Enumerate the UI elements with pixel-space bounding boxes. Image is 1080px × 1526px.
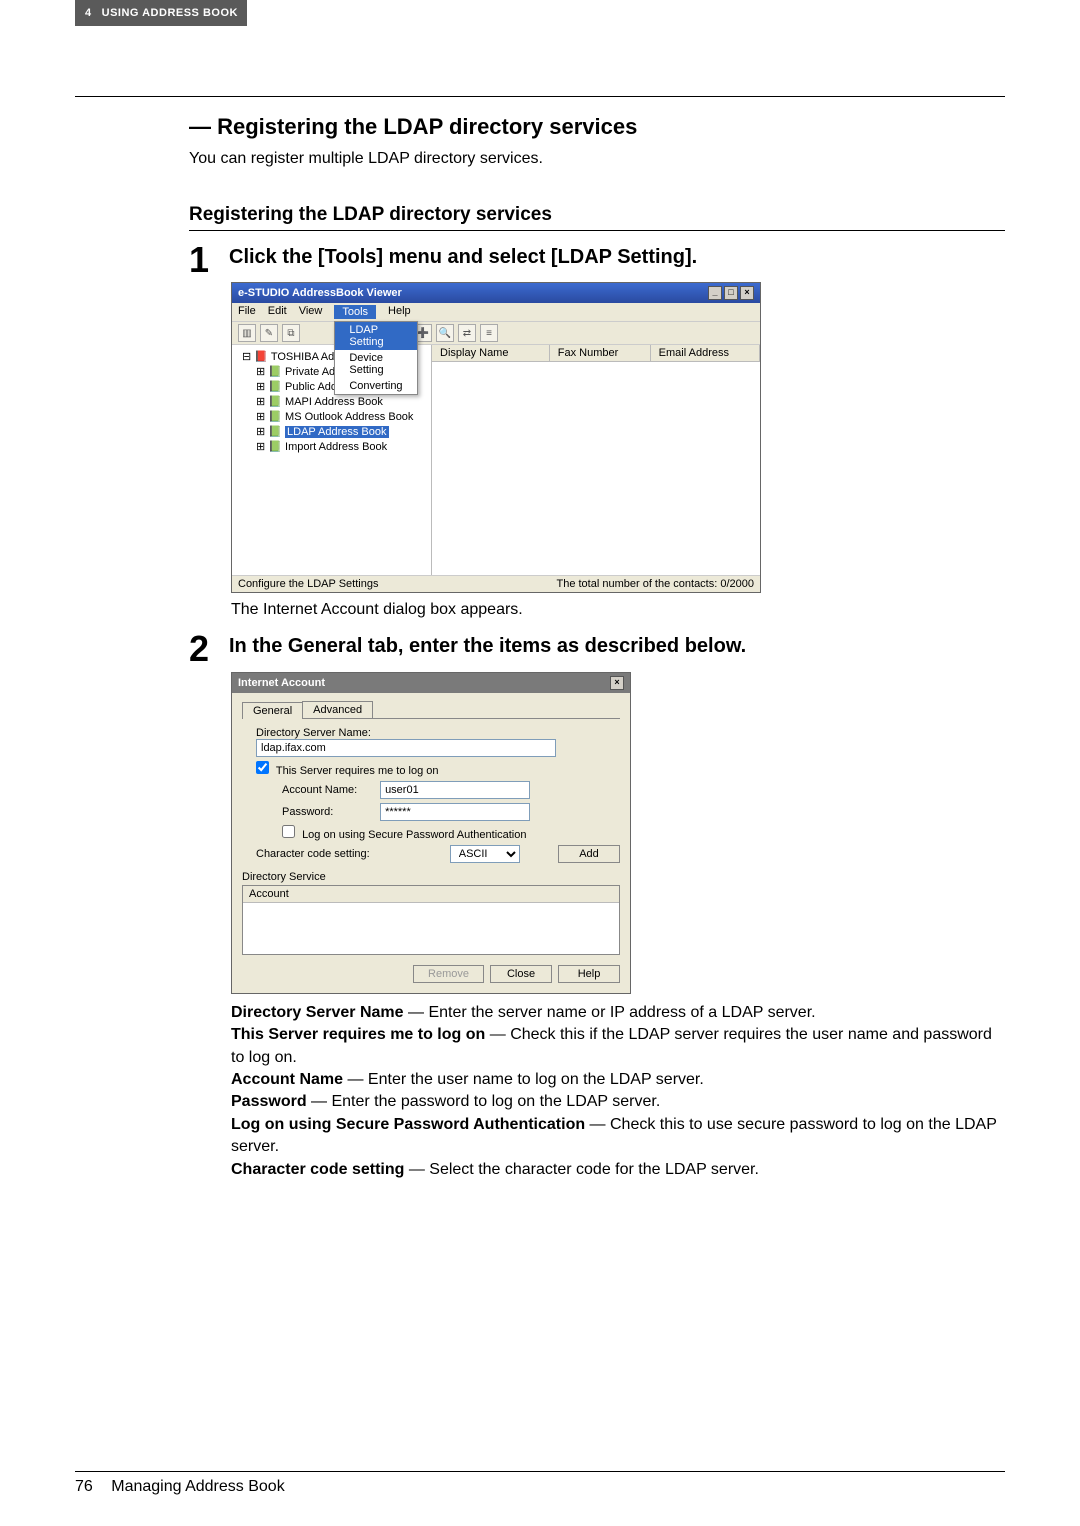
close-button[interactable]: × (740, 286, 754, 300)
add-button[interactable]: Add (558, 845, 620, 863)
step-2: 2 In the General tab, enter the items as… (189, 633, 1005, 665)
window-buttons: _ □ × (708, 286, 754, 300)
menubar: File Edit View Tools LDAP Setting Device… (232, 303, 760, 322)
tools-dropdown: LDAP Setting Device Setting Converting (334, 321, 417, 395)
charcode-select[interactable]: ASCII (450, 845, 520, 863)
page-number: 76 (75, 1478, 93, 1495)
require-logon-checkbox[interactable] (256, 761, 269, 774)
toolbar-icon-3[interactable]: ⧉ (282, 324, 300, 342)
viewer-main: ⊟ 📕 TOSHIBA AddressBook ⊞ 📗 Private Addr… (232, 345, 760, 575)
maximize-button[interactable]: □ (724, 286, 738, 300)
screenshot-addressbook-viewer: e-STUDIO AddressBook Viewer _ □ × File E… (231, 282, 761, 593)
subsection-heading: Registering the LDAP directory services (189, 204, 1005, 226)
menu-tools[interactable]: Tools (334, 305, 376, 319)
toolbar-icon-1[interactable]: ▥ (238, 324, 256, 342)
col-email-address[interactable]: Email Address (651, 345, 760, 361)
close-dialog-button[interactable]: Close (490, 965, 552, 983)
page-footer: 76 Managing Address Book (75, 1471, 1005, 1496)
require-logon-label: This Server requires me to log on (276, 765, 439, 777)
toolbar-icon-7[interactable]: ≡ (480, 324, 498, 342)
spa-checkbox[interactable] (282, 825, 295, 838)
cc-term: Character code setting (231, 1161, 404, 1178)
list-header: Display Name Fax Number Email Address (432, 345, 760, 362)
close-button[interactable]: × (610, 676, 624, 690)
step-title: Click the [Tools] menu and select [LDAP … (229, 244, 697, 269)
field-descriptions: Directory Server Name — Enter the server… (231, 1002, 1005, 1181)
col-fax-number[interactable]: Fax Number (550, 345, 651, 361)
menu-edit[interactable]: Edit (268, 305, 287, 319)
toolbar-icon-5[interactable]: 🔍 (436, 324, 454, 342)
toolbar-icon-6[interactable]: ⇄ (458, 324, 476, 342)
status-bar: Configure the LDAP Settings The total nu… (232, 575, 760, 592)
req-term: This Server requires me to log on (231, 1026, 485, 1043)
tree-item-ldap[interactable]: ⊞ 📗 LDAP Address Book (236, 424, 427, 439)
status-left: Configure the LDAP Settings (238, 578, 378, 590)
password-label: Password: (282, 806, 377, 818)
chapter-tab: 4 USING ADDRESS BOOK (75, 0, 247, 26)
spa-term: Log on using Secure Password Authenticat… (231, 1116, 585, 1133)
chapter-title: USING ADDRESS BOOK (102, 7, 238, 19)
top-rule (75, 96, 1005, 114)
remove-button[interactable]: Remove (413, 965, 484, 983)
dialog-titlebar: Internet Account × (232, 673, 630, 693)
tab-advanced[interactable]: Advanced (302, 701, 373, 718)
acc-term: Account Name (231, 1071, 343, 1088)
tab-general[interactable]: General (242, 702, 303, 719)
tools-item-ldap-setting[interactable]: LDAP Setting (335, 322, 416, 350)
pwd-desc: — Enter the password to log on the LDAP … (307, 1093, 661, 1110)
step-1: 1 Click the [Tools] menu and select [LDA… (189, 244, 1005, 276)
account-name-label: Account Name: (282, 784, 377, 796)
dialog-title: Internet Account (238, 677, 325, 689)
status-right: The total number of the contacts: 0/2000 (556, 578, 754, 590)
menu-file[interactable]: File (238, 305, 256, 319)
tools-item-device-setting[interactable]: Device Setting (335, 350, 416, 378)
spa-label: Log on using Secure Password Authenticat… (302, 829, 526, 841)
dsn-term: Directory Server Name (231, 1004, 404, 1021)
window-titlebar: e-STUDIO AddressBook Viewer _ □ × (232, 283, 760, 303)
tree-item-outlook[interactable]: ⊞ 📗 MS Outlook Address Book (236, 409, 427, 424)
section-heading: — Registering the LDAP directory service… (189, 114, 1005, 140)
step-number: 2 (189, 633, 225, 665)
account-name-input[interactable] (380, 781, 530, 799)
cc-desc: — Select the character code for the LDAP… (404, 1161, 759, 1178)
menu-help[interactable]: Help (388, 305, 411, 319)
directory-service-list: Account (242, 885, 620, 955)
window-title: e-STUDIO AddressBook Viewer (238, 287, 402, 299)
help-button[interactable]: Help (558, 965, 620, 983)
col-display-name[interactable]: Display Name (432, 345, 550, 361)
dir-server-input[interactable] (256, 739, 556, 757)
intro-text: You can register multiple LDAP directory… (189, 150, 1005, 168)
dialog-tabs: General Advanced (242, 701, 620, 719)
directory-service-label: Directory Service (242, 871, 620, 883)
chapter-number: 4 (85, 7, 92, 19)
step-title: In the General tab, enter the items as d… (229, 633, 746, 658)
password-input[interactable] (380, 803, 530, 821)
sub-rule (189, 230, 1005, 244)
list-panel: Display Name Fax Number Email Address (432, 345, 760, 575)
step1-caption: The Internet Account dialog box appears. (231, 601, 1005, 619)
minimize-button[interactable]: _ (708, 286, 722, 300)
step-number: 1 (189, 244, 225, 276)
dsn-desc: — Enter the server name or IP address of… (404, 1004, 816, 1021)
dir-server-label: Directory Server Name: (256, 727, 620, 739)
footer-title: Managing Address Book (111, 1478, 284, 1495)
pwd-term: Password (231, 1093, 307, 1110)
charcode-label: Character code setting: (256, 848, 370, 860)
tree-item-import[interactable]: ⊞ 📗 Import Address Book (236, 439, 427, 454)
menu-view[interactable]: View (299, 305, 323, 319)
tools-item-converting[interactable]: Converting (335, 378, 416, 394)
acc-desc: — Enter the user name to log on the LDAP… (343, 1071, 704, 1088)
dsvc-col-account[interactable]: Account (243, 886, 619, 903)
tree-item-mapi[interactable]: ⊞ 📗 MAPI Address Book (236, 394, 427, 409)
toolbar-icon-2[interactable]: ✎ (260, 324, 278, 342)
toolbar: ▥ ✎ ⧉ ➕ 🔍 ⇄ ≡ (232, 322, 760, 345)
screenshot-internet-account: Internet Account × General Advanced Dire… (231, 672, 631, 994)
